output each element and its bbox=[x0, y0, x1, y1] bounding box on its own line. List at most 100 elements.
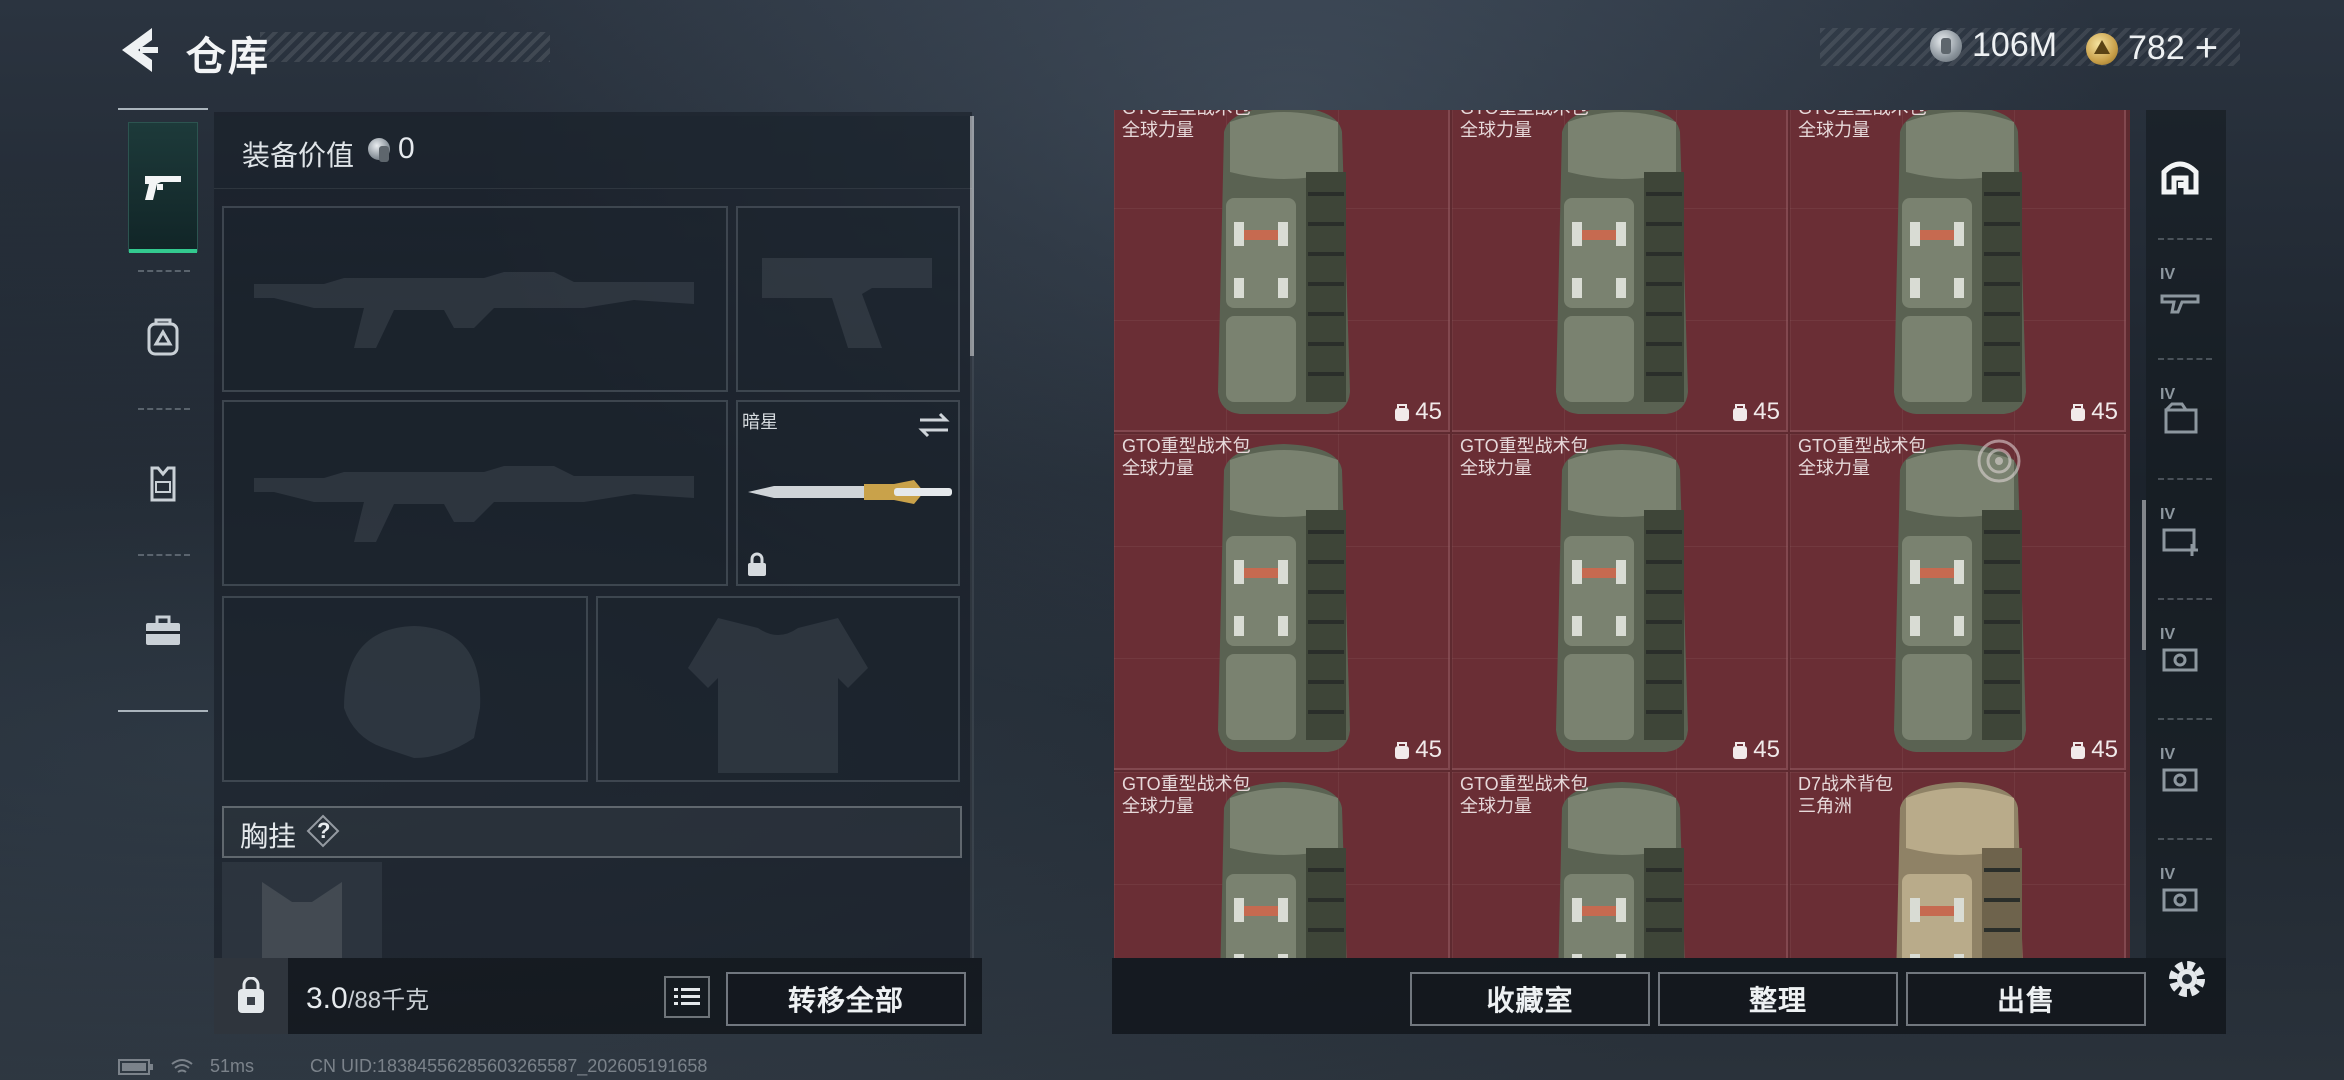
item-source: 全球力量 bbox=[1122, 120, 1194, 140]
tab-weapons[interactable] bbox=[128, 122, 198, 253]
item-capacity: 45 bbox=[1731, 398, 1780, 426]
filter-tab[interactable]: IV bbox=[2150, 372, 2222, 464]
stash-grid: GTO重型战术包全球力量45GTO重型战术包全球力量45GTO重型战术包全球力量… bbox=[1114, 110, 2130, 958]
item-capacity: 45 bbox=[2069, 736, 2118, 764]
stash-item[interactable]: GTO重型战术包全球力量 45 bbox=[1452, 110, 1788, 432]
tier-label: IV bbox=[2160, 746, 2176, 763]
backpack-item-icon bbox=[1894, 444, 2026, 752]
stash-item[interactable]: GTO重型战术包 全球力量 bbox=[1114, 772, 1450, 958]
rail-separator bbox=[138, 408, 190, 410]
filter-separator bbox=[2158, 838, 2212, 840]
sell-button[interactable]: 出售 bbox=[1906, 972, 2146, 1026]
helmet-slot[interactable] bbox=[222, 596, 588, 782]
settings-button[interactable] bbox=[2160, 952, 2214, 1006]
transfer-all-button[interactable]: 转移全部 bbox=[726, 972, 966, 1026]
item-capacity-value: 45 bbox=[1415, 398, 1442, 425]
item-capacity: 45 bbox=[1393, 398, 1442, 426]
rifle-silhouette-icon bbox=[254, 466, 694, 542]
backpack-item-icon bbox=[1896, 782, 2023, 958]
battery-icon bbox=[118, 1058, 153, 1075]
backpack-icon bbox=[147, 318, 179, 356]
capacity-icon bbox=[1395, 404, 1410, 421]
currency-silver: 106M bbox=[1930, 26, 2057, 65]
stash-item[interactable]: GTO重型战术包全球力量 45 bbox=[1790, 110, 2126, 432]
item-name: GTO重型战术包 bbox=[1798, 110, 1927, 119]
capacity-icon bbox=[1733, 742, 1748, 759]
stash-item[interactable]: GTO重型战术包 全球力量 bbox=[1452, 772, 1788, 958]
currency-gold[interactable]: 782 + bbox=[2086, 26, 2218, 71]
tier-label: IV bbox=[2160, 626, 2176, 643]
sort-button[interactable]: 整理 bbox=[1658, 972, 1898, 1026]
stash-item[interactable]: D7战术背包 三角洲 bbox=[1790, 772, 2126, 958]
chest-rig-label: 胸挂 bbox=[240, 821, 297, 852]
pistol-silhouette-icon bbox=[762, 258, 932, 348]
page-title: 仓库 bbox=[186, 35, 270, 79]
weight-readout: 3.0/88千克 bbox=[306, 980, 429, 1016]
filter-tab[interactable]: IV bbox=[2150, 492, 2222, 584]
filter-separator bbox=[2158, 718, 2212, 720]
help-button[interactable]: ? bbox=[306, 814, 340, 848]
item-name: GTO重型战术包 bbox=[1460, 436, 1589, 456]
backpack-item-icon bbox=[1894, 110, 2026, 414]
help-text: ? bbox=[317, 818, 331, 843]
filter-scroll-thumb[interactable] bbox=[2142, 500, 2146, 650]
filter-tab[interactable]: IV bbox=[2150, 852, 2222, 944]
backpack-item-icon bbox=[1556, 444, 1688, 752]
item-name: GTO重型战术包 bbox=[1122, 110, 1251, 119]
tab-toolbox[interactable] bbox=[128, 566, 198, 696]
capacity-lock-button[interactable] bbox=[214, 958, 288, 1034]
item-capacity-value: 45 bbox=[1753, 736, 1780, 763]
item-source: 全球力量 bbox=[1460, 796, 1532, 816]
filter-tab[interactable]: IV bbox=[2150, 612, 2222, 704]
filter-separator bbox=[2158, 478, 2212, 480]
capacity-icon bbox=[2071, 742, 2086, 759]
primary-weapon-slot[interactable] bbox=[222, 206, 728, 392]
pistol-icon bbox=[145, 176, 181, 200]
stash-item[interactable]: GTO重型战术包全球力量 45 bbox=[1114, 110, 1450, 432]
list-icon bbox=[674, 988, 700, 1005]
helmet-silhouette-icon bbox=[344, 626, 481, 758]
chest-rig-slot[interactable] bbox=[222, 862, 382, 958]
backpack-item-icon bbox=[1220, 782, 1347, 958]
add-currency-button[interactable]: + bbox=[2195, 26, 2218, 71]
tier-label: IV bbox=[2160, 506, 2176, 523]
armor-slot[interactable] bbox=[596, 596, 960, 782]
rail-divider bbox=[118, 108, 208, 110]
rail-divider bbox=[118, 710, 208, 712]
tab-backpack[interactable] bbox=[128, 272, 198, 402]
pistol-slot[interactable] bbox=[736, 206, 960, 392]
backpack-item-icon bbox=[1218, 110, 1350, 414]
wifi-icon bbox=[171, 1058, 193, 1073]
capacity-icon bbox=[2071, 404, 2086, 421]
melee-name: 暗星 bbox=[742, 412, 778, 432]
loadout-scroll-thumb[interactable] bbox=[970, 116, 974, 356]
equipment-value-label: 装备价值 bbox=[242, 140, 355, 171]
gold-amount: 782 bbox=[2128, 29, 2185, 67]
stash-item[interactable]: GTO重型战术包全球力量 45 bbox=[1790, 434, 2126, 770]
gold-coin-icon bbox=[2086, 32, 2118, 65]
rail-separator bbox=[138, 554, 190, 556]
item-capacity-value: 45 bbox=[1753, 398, 1780, 425]
back-button[interactable] bbox=[112, 22, 168, 78]
filter-all[interactable] bbox=[2150, 132, 2222, 224]
filter-tab[interactable]: IV bbox=[2150, 252, 2222, 344]
tier-label: IV bbox=[2160, 386, 2176, 403]
capacity-icon bbox=[1733, 404, 1748, 421]
filter-tab[interactable]: IV bbox=[2150, 732, 2222, 824]
toolbox-icon bbox=[146, 615, 180, 645]
item-source: 全球力量 bbox=[1798, 120, 1870, 140]
silver-coin-icon bbox=[368, 138, 390, 162]
secondary-weapon-slot[interactable] bbox=[222, 400, 728, 586]
collection-room-button[interactable]: 收藏室 bbox=[1410, 972, 1650, 1026]
silver-coin-icon bbox=[1930, 29, 1962, 62]
ping-value: 51ms bbox=[210, 1056, 255, 1076]
list-view-button[interactable] bbox=[664, 976, 710, 1018]
item-capacity: 45 bbox=[2069, 398, 2118, 426]
tab-chest-rig[interactable] bbox=[128, 418, 198, 548]
backpack-item-icon bbox=[1218, 444, 1350, 752]
stash-item[interactable]: GTO重型战术包全球力量 45 bbox=[1452, 434, 1788, 770]
swap-icon[interactable] bbox=[916, 410, 952, 440]
stash-item[interactable]: GTO重型战术包全球力量 45 bbox=[1114, 434, 1450, 770]
item-capacity-value: 45 bbox=[2091, 398, 2118, 425]
backpack-lock-icon bbox=[238, 977, 264, 1013]
